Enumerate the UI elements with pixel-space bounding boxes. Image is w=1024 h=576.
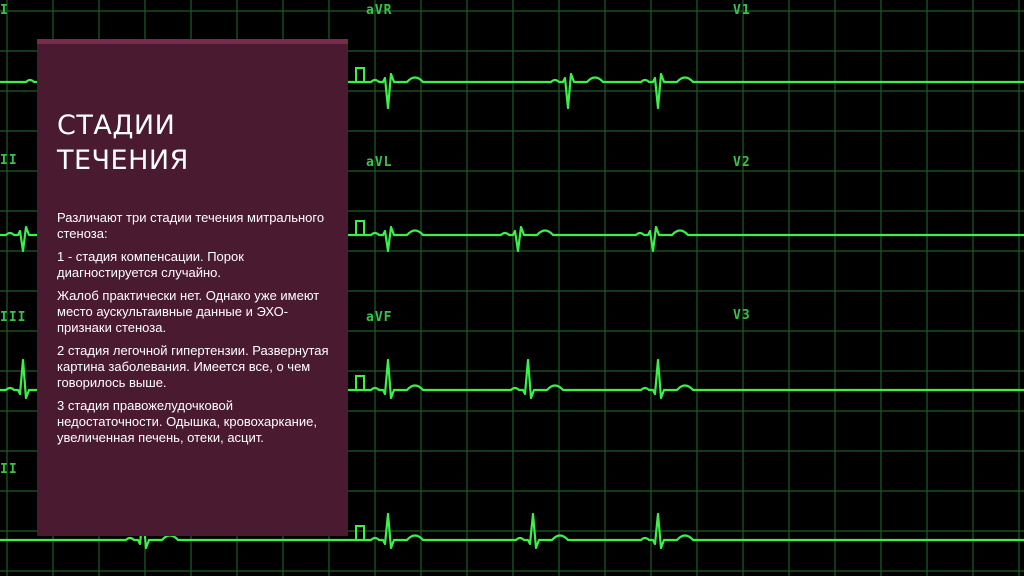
ecg-calibration-pulse bbox=[352, 67, 368, 83]
lead-label-avr: aVR bbox=[366, 3, 393, 18]
paragraph-stage-1-detail: Жалоб практически нет. Однако уже имеют … bbox=[57, 288, 320, 335]
lead-label-v2: V2 bbox=[733, 155, 751, 170]
lead-label-i: I bbox=[0, 3, 9, 18]
ecg-calibration-pulse bbox=[352, 220, 368, 236]
slide-body: Различают три стадии течения митрального… bbox=[57, 210, 332, 453]
content-panel: СТАДИИ ТЕЧЕНИЯ Различают три стадии тече… bbox=[37, 44, 348, 536]
lead-label-ii-rhythm: II bbox=[0, 462, 18, 477]
lead-label-iii: III bbox=[0, 310, 27, 325]
paragraph-stage-2: 2 стадия легочной гипертензии. Развернут… bbox=[57, 343, 329, 390]
paragraph-stage-3: 3 стадия правожелудочковой недостаточнос… bbox=[57, 398, 317, 445]
slide-title-line-2: ТЕЧЕНИЯ bbox=[57, 145, 189, 176]
slide-title-line-1: СТАДИИ bbox=[57, 110, 176, 141]
paragraph-stage-1: 1 - стадия компенсации. Порок диагностир… bbox=[57, 249, 244, 280]
ecg-calibration-pulse bbox=[352, 375, 368, 391]
lead-label-v3: V3 bbox=[733, 308, 751, 323]
lead-label-avf: aVF bbox=[366, 310, 393, 325]
lead-label-avl: aVL bbox=[366, 155, 393, 170]
lead-label-ii: II bbox=[0, 153, 18, 168]
lead-label-v1: V1 bbox=[733, 3, 751, 18]
paragraph-intro: Различают три стадии течения митрального… bbox=[57, 210, 325, 241]
ecg-calibration-pulse bbox=[352, 525, 368, 541]
slide-title: СТАДИИ ТЕЧЕНИЯ bbox=[57, 108, 337, 178]
